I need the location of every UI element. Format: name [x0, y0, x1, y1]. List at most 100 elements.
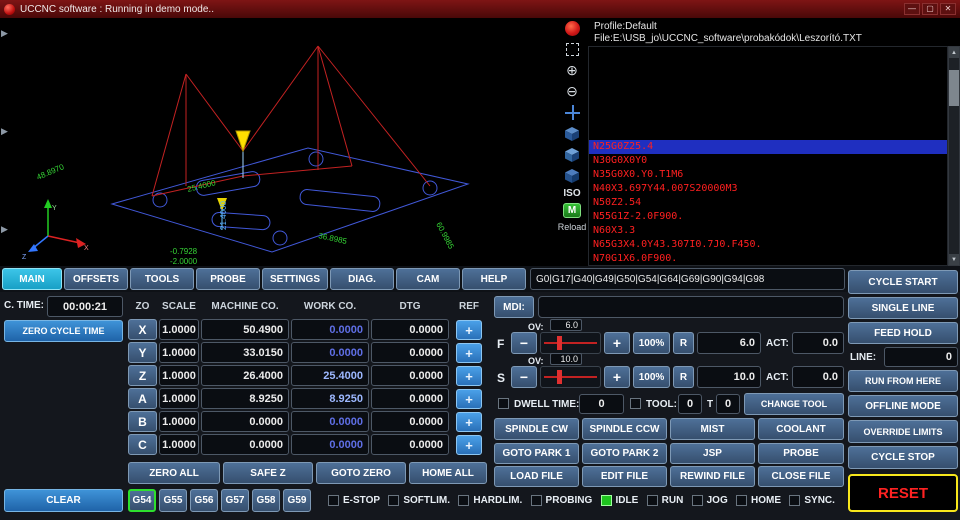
sync-checkbox[interactable] [789, 495, 801, 506]
pan-icon[interactable] [563, 104, 581, 121]
single-line-button[interactable]: SINGLE LINE [848, 297, 958, 319]
clear-button[interactable]: CLEAR [4, 489, 123, 512]
panel-expander-arrow[interactable]: ▶ [1, 28, 8, 39]
tool-checkbox[interactable] [630, 398, 641, 409]
tab-diag[interactable]: DIAG. [330, 268, 394, 290]
c-scale-field[interactable]: 1.0000 [159, 434, 199, 455]
panel-expander-arrow[interactable]: ▶ [1, 126, 8, 137]
mdi-input[interactable] [538, 296, 844, 318]
offset-g55-button[interactable]: G55 [159, 489, 187, 512]
probe-button[interactable]: PROBE [758, 443, 844, 464]
home-all-button[interactable]: HOME ALL [409, 462, 487, 484]
y-work-display[interactable]: 0.0000 [291, 342, 369, 363]
zero-a-button[interactable]: A [128, 388, 157, 409]
gcode-listing[interactable]: N25G0Z25.4 N30G0X0Y0 N35G0X0.Y0.T1M6 N40… [588, 46, 948, 266]
reset-button[interactable]: RESET [848, 474, 958, 512]
slider-thumb[interactable] [557, 370, 562, 384]
spindle-reset-button[interactable]: R [673, 366, 694, 388]
offset-g58-button[interactable]: G58 [252, 489, 280, 512]
x-work-display[interactable]: 0.0000 [291, 319, 369, 340]
jsp-button[interactable]: JSP [670, 443, 755, 464]
b-ref-button[interactable]: + [456, 412, 482, 432]
t-number-field[interactable]: 0 [716, 394, 740, 414]
tab-main[interactable]: MAIN [2, 268, 62, 290]
gcode-line[interactable]: N40X3.697Y44.007S20000M3 [589, 182, 947, 196]
zero-all-button[interactable]: ZERO ALL [128, 462, 220, 484]
spindle-override-slider[interactable] [540, 366, 601, 388]
x-ref-button[interactable]: + [456, 320, 482, 340]
reload-button[interactable]: Reload [558, 222, 587, 232]
zoom-out-icon[interactable]: ⊖ [563, 83, 581, 100]
gcode-line-current[interactable]: N25G0Z25.4 [589, 140, 947, 154]
close-button[interactable]: ✕ [940, 3, 956, 15]
iso-view-button[interactable]: ISO [563, 188, 580, 199]
close-file-button[interactable]: CLOSE FILE [758, 466, 844, 487]
feed-hold-button[interactable]: FEED HOLD [848, 322, 958, 344]
scrollbar-thumb[interactable] [949, 70, 959, 106]
spindle-cw-button[interactable]: SPINDLE CW [494, 418, 579, 440]
gcode-line[interactable]: N60X3.3 [589, 224, 947, 238]
spindle-ccw-button[interactable]: SPINDLE CCW [582, 418, 667, 440]
run-checkbox[interactable] [646, 495, 658, 506]
scrollbar-track[interactable] [949, 58, 959, 254]
m-function-button[interactable]: M [563, 203, 581, 218]
offset-g59-button[interactable]: G59 [283, 489, 311, 512]
view-cube-2-icon[interactable] [563, 146, 581, 163]
coolant-button[interactable]: COOLANT [758, 418, 844, 440]
view-reset-icon[interactable] [563, 20, 581, 37]
zero-y-button[interactable]: Y [128, 342, 157, 363]
goto-park1-button[interactable]: GOTO PARK 1 [494, 443, 579, 464]
y-ref-button[interactable]: + [456, 343, 482, 363]
scroll-down-icon[interactable]: ▼ [949, 254, 959, 265]
scroll-up-icon[interactable]: ▲ [949, 47, 959, 58]
zero-b-button[interactable]: B [128, 411, 157, 432]
tab-help[interactable]: HELP [462, 268, 526, 290]
z-scale-field[interactable]: 1.0000 [159, 365, 199, 386]
offset-g54-button[interactable]: G54 [128, 489, 156, 512]
tab-settings[interactable]: SETTINGS [262, 268, 328, 290]
home-checkbox[interactable] [736, 495, 748, 506]
spindle-minus-button[interactable]: − [511, 366, 537, 388]
a-scale-field[interactable]: 1.0000 [159, 388, 199, 409]
zero-c-button[interactable]: C [128, 434, 157, 455]
x-scale-field[interactable]: 1.0000 [159, 319, 199, 340]
gcode-line[interactable]: N50Z2.54 [589, 196, 947, 210]
estop-checkbox[interactable] [328, 495, 339, 506]
dwell-time-field[interactable]: 0 [579, 394, 624, 414]
feed-plus-button[interactable]: + [604, 332, 630, 354]
tab-tools[interactable]: TOOLS [130, 268, 194, 290]
zoom-fit-icon[interactable] [563, 41, 581, 58]
panel-expander-arrow[interactable]: ▶ [1, 224, 8, 235]
a-work-display[interactable]: 8.9250 [291, 388, 369, 409]
feed-100-percent-button[interactable]: 100% [633, 332, 670, 354]
z-ref-button[interactable]: + [456, 366, 482, 386]
gcode-line[interactable]: N65G3X4.0Y43.307I0.7J0.F450. [589, 238, 947, 252]
feed-minus-button[interactable]: − [511, 332, 537, 354]
cycle-stop-button[interactable]: CYCLE STOP [848, 446, 958, 469]
offset-g56-button[interactable]: G56 [190, 489, 218, 512]
b-work-display[interactable]: 0.0000 [291, 411, 369, 432]
gcode-scrollbar[interactable]: ▲ ▼ [948, 46, 960, 266]
goto-zero-button[interactable]: GOTO ZERO [316, 462, 406, 484]
spindle-plus-button[interactable]: + [604, 366, 630, 388]
zero-z-button[interactable]: Z [128, 365, 157, 386]
mdi-button[interactable]: MDI: [494, 296, 534, 318]
toolpath-viewport[interactable]: 48.8970 25.4000 21.4000 -0.7928 -2.0000 … [0, 18, 556, 266]
c-work-display[interactable]: 0.0000 [291, 434, 369, 455]
gcode-line[interactable]: N35G0X0.Y0.T1M6 [589, 168, 947, 182]
tab-cam[interactable]: CAM [396, 268, 460, 290]
feed-override-slider[interactable] [540, 332, 601, 354]
view-cube-1-icon[interactable] [563, 125, 581, 142]
cycle-start-button[interactable]: CYCLE START [848, 270, 958, 294]
gcode-line[interactable]: N55G1Z-2.0F900. [589, 210, 947, 224]
minimize-button[interactable]: — [904, 3, 920, 15]
gcode-line[interactable]: N30G0X0Y0 [589, 154, 947, 168]
goto-park2-button[interactable]: GOTO PARK 2 [582, 443, 667, 464]
hardlim-checkbox[interactable] [458, 495, 470, 506]
slider-thumb[interactable] [557, 336, 562, 350]
edit-file-button[interactable]: EDIT FILE [582, 466, 667, 487]
zero-cycle-time-button[interactable]: ZERO CYCLE TIME [4, 320, 123, 342]
rewind-file-button[interactable]: REWIND FILE [670, 466, 755, 487]
view-cube-3-icon[interactable] [563, 167, 581, 184]
run-from-here-button[interactable]: RUN FROM HERE [848, 370, 958, 392]
